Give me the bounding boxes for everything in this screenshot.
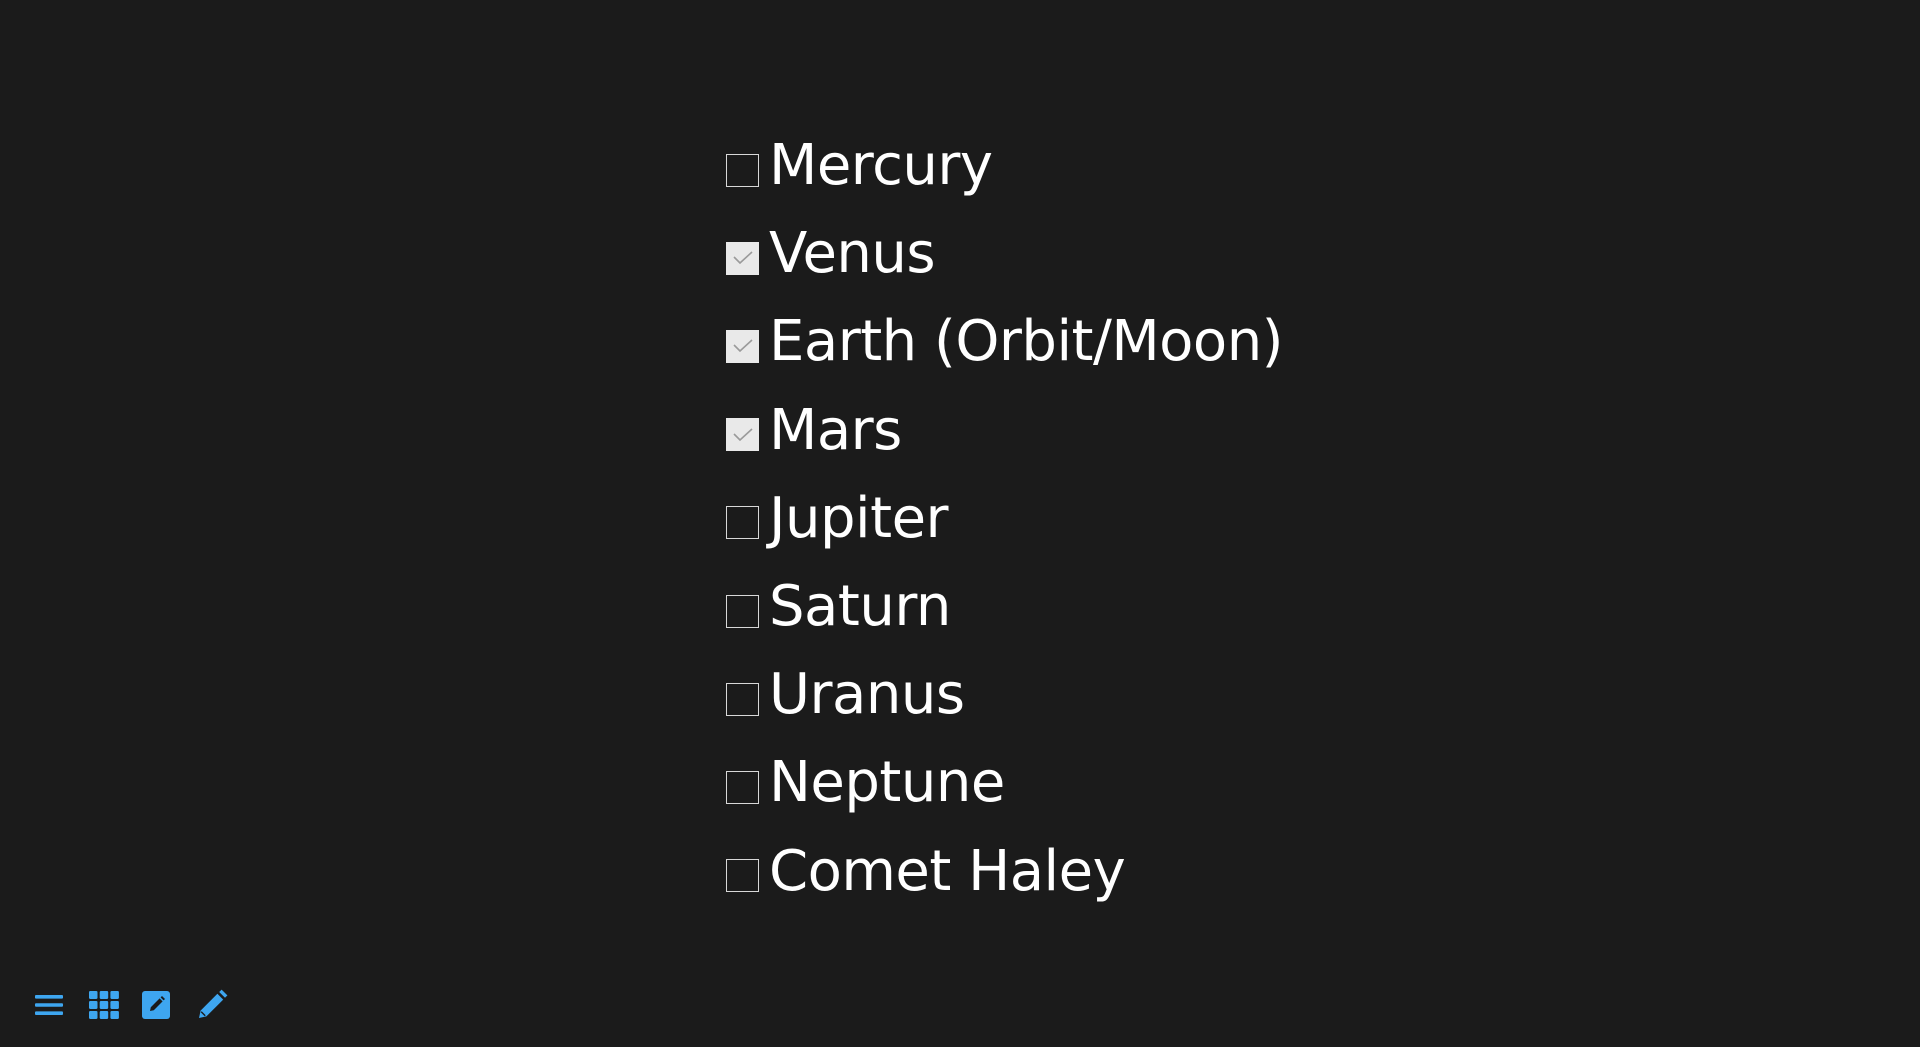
- checklist-item-comet-haley[interactable]: Comet Haley: [726, 828, 1283, 916]
- grid-view-button[interactable]: [88, 986, 142, 1024]
- checklist-item-label: Mercury: [769, 133, 993, 199]
- list-icon: [35, 995, 63, 1015]
- checklist-item-label: Earth (Orbit/Moon): [769, 309, 1284, 375]
- checkbox[interactable]: [726, 594, 759, 628]
- checklist-item-label: Venus: [769, 221, 936, 287]
- checklist-item-mercury[interactable]: Mercury: [726, 122, 1283, 210]
- checkbox[interactable]: [726, 506, 759, 540]
- checkmark-icon: [732, 251, 753, 265]
- checklist-item-mars[interactable]: Mars: [726, 387, 1283, 475]
- edit-square-icon: [142, 991, 170, 1019]
- checklist-item-venus[interactable]: Venus: [726, 210, 1283, 298]
- checklist-item-jupiter[interactable]: Jupiter: [726, 475, 1283, 563]
- checkbox[interactable]: [726, 153, 759, 187]
- checkbox[interactable]: [726, 859, 759, 893]
- edit-button[interactable]: [142, 986, 196, 1024]
- list-view-button[interactable]: [34, 986, 88, 1024]
- checklist-item-label: Saturn: [769, 574, 951, 640]
- checklist-item-label: Comet Haley: [769, 838, 1126, 904]
- checklist-item-earth[interactable]: Earth (Orbit/Moon): [726, 298, 1284, 386]
- checklist-item-neptune[interactable]: Neptune: [726, 739, 1283, 827]
- checklist-item-uranus[interactable]: Uranus: [726, 651, 1283, 739]
- checklist: Mercury Venus Earth (Orbit/Moon) Mars Ju…: [726, 122, 1284, 916]
- checkbox[interactable]: [726, 418, 759, 452]
- pencil-button[interactable]: [196, 986, 250, 1024]
- pencil-icon: [199, 989, 228, 1018]
- checklist-item-label: Mars: [769, 397, 902, 463]
- checkbox[interactable]: [726, 241, 759, 275]
- checkbox[interactable]: [726, 329, 759, 363]
- checklist-item-label: Jupiter: [769, 485, 949, 551]
- checklist-item-saturn[interactable]: Saturn: [726, 563, 1283, 651]
- checkmark-icon: [732, 428, 753, 441]
- checkbox[interactable]: [726, 682, 759, 716]
- checkmark-icon: [732, 339, 753, 353]
- grid-icon: [89, 991, 119, 1019]
- checklist-item-label: Neptune: [769, 750, 1005, 816]
- checklist-item-label: Uranus: [769, 662, 965, 728]
- checkbox[interactable]: [726, 770, 759, 804]
- bottom-toolbar: [34, 986, 250, 1024]
